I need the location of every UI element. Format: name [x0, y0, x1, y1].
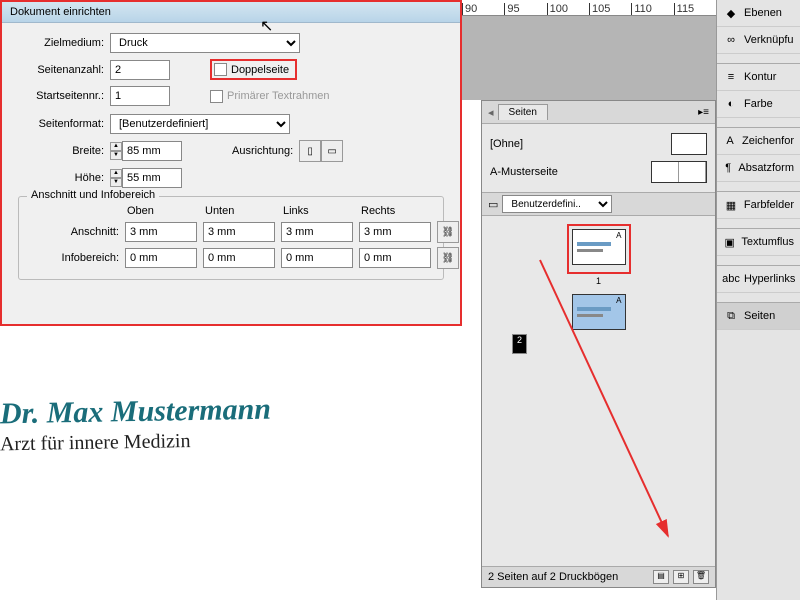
document-setup-dialog: Dokument einrichten ↖ Zielmedium: Druck … — [0, 0, 462, 326]
color-icon: ◐ — [723, 97, 739, 111]
panel-menu-icon[interactable]: ▸≡ — [698, 107, 709, 118]
page-size-select[interactable]: Benutzerdefini.. — [502, 195, 612, 213]
links-icon: ∞ — [723, 33, 739, 47]
page-size-bar: ▭ Benutzerdefini.. — [482, 193, 715, 216]
doc-subtitle: Arzt für innere Medizin — [0, 429, 271, 457]
pages-tab[interactable]: Seiten — [498, 104, 548, 120]
stroke-icon: ≡ — [723, 70, 739, 84]
master-pages-section: [Ohne] A-Musterseite — [482, 124, 715, 193]
farbe-panel-button[interactable]: ◐Farbe — [717, 91, 800, 118]
hoehe-input[interactable] — [122, 168, 182, 188]
anschnitt-unten[interactable] — [203, 222, 275, 242]
zielmedium-label: Zielmedium: — [18, 37, 110, 49]
hyperlinks-panel-button[interactable]: abcHyperlinks — [717, 266, 800, 293]
info-oben[interactable] — [125, 248, 197, 268]
breite-input[interactable] — [122, 141, 182, 161]
seitenformat-label: Seitenformat: — [18, 118, 110, 130]
seitenanzahl-input[interactable] — [110, 60, 170, 80]
verknuepfungen-panel-button[interactable]: ∞Verknüpfu — [717, 27, 800, 54]
master-none-label: [Ohne] — [490, 138, 523, 150]
orientation-portrait-button[interactable]: ▯ — [299, 140, 321, 162]
doc-name: Dr. Max Mustermann — [0, 393, 271, 432]
horizontal-ruler: 9095100105110115 — [462, 0, 716, 16]
pages-icon: ⧉ — [723, 309, 739, 323]
textwrap-icon: ▣ — [723, 235, 736, 249]
startseite-input[interactable] — [110, 86, 170, 106]
primaer-label: Primärer Textrahmen — [227, 90, 330, 102]
edit-page-icon[interactable]: ▤ — [653, 570, 669, 584]
delete-page-icon[interactable]: 🗑 — [693, 570, 709, 584]
doppelseite-checkbox[interactable] — [214, 63, 227, 76]
breite-spinner[interactable]: ▲▼ — [110, 142, 122, 160]
link-bleed-icon[interactable]: ⛓ — [437, 221, 459, 243]
col-oben: Oben — [125, 205, 197, 217]
ausrichtung-label: Ausrichtung: — [232, 145, 293, 157]
infobereich-row-label: Infobereich: — [29, 252, 119, 264]
page-1-highlight: A — [567, 224, 631, 274]
col-rechts: Rechts — [359, 205, 431, 217]
anschnitt-rechts[interactable] — [359, 222, 431, 242]
master-a-label: A-Musterseite — [490, 166, 558, 178]
pasteboard-area — [462, 16, 716, 100]
document-preview: Dr. Max Mustermann Arzt für innere Mediz… — [0, 395, 271, 454]
doppelseite-label: Doppelseite — [231, 64, 289, 76]
char-style-icon: A — [723, 134, 737, 148]
new-page-icon[interactable]: ⊞ — [673, 570, 689, 584]
primaer-checkbox — [210, 90, 223, 103]
ebenen-panel-button[interactable]: ◆Ebenen — [717, 0, 800, 27]
page-1-thumb[interactable]: A — [572, 229, 626, 265]
orientation-landscape-button[interactable]: ▭ — [321, 140, 343, 162]
pages-list: A 1 A 2 — [482, 216, 715, 566]
anschnitt-row-label: Anschnitt: — [29, 226, 119, 238]
pages-panel: ◂ Seiten ▸≡ [Ohne] A-Musterseite ▭ Benut… — [481, 100, 716, 588]
swatches-icon: ▦ — [723, 198, 739, 212]
master-a-thumb[interactable] — [651, 161, 707, 183]
seiten-panel-button[interactable]: ⧉Seiten — [717, 303, 800, 330]
annotation-arrow — [538, 258, 718, 558]
info-links[interactable] — [281, 248, 353, 268]
col-links: Links — [281, 205, 353, 217]
link-slug-icon[interactable]: ⛓ — [437, 247, 459, 269]
footer-status: 2 Seiten auf 2 Druckbögen — [488, 571, 618, 583]
pages-panel-header: ◂ Seiten ▸≡ — [482, 101, 715, 124]
hoehe-spinner[interactable]: ▲▼ — [110, 169, 122, 187]
page-1-number: 1 — [490, 276, 707, 286]
info-unten[interactable] — [203, 248, 275, 268]
size-icon: ▭ — [488, 198, 498, 211]
anschnitt-links[interactable] — [281, 222, 353, 242]
dialog-title: Dokument einrichten — [2, 2, 460, 23]
anschnitt-fieldset: Anschnitt und Infobereich Oben Unten Lin… — [18, 196, 444, 280]
master-a-row[interactable]: A-Musterseite — [490, 158, 707, 186]
page-2-number: 2 — [512, 334, 527, 354]
startseite-label: Startseitennr.: — [18, 90, 110, 102]
master-none-thumb[interactable] — [671, 133, 707, 155]
kontur-panel-button[interactable]: ≡Kontur — [717, 64, 800, 91]
col-unten: Unten — [203, 205, 275, 217]
seitenformat-select[interactable]: [Benutzerdefiniert] — [110, 114, 290, 134]
farbfelder-panel-button[interactable]: ▦Farbfelder — [717, 192, 800, 219]
hyperlink-icon: abc — [723, 272, 739, 286]
anschnitt-legend: Anschnitt und Infobereich — [27, 189, 159, 201]
master-none-row[interactable]: [Ohne] — [490, 130, 707, 158]
zeichenformate-panel-button[interactable]: AZeichenfor — [717, 128, 800, 155]
seitenanzahl-label: Seitenanzahl: — [18, 64, 110, 76]
textumfluss-panel-button[interactable]: ▣Textumflus — [717, 229, 800, 256]
layers-icon: ◆ — [723, 6, 739, 20]
pages-panel-footer: 2 Seiten auf 2 Druckbögen ▤ ⊞ 🗑 — [482, 566, 715, 587]
info-rechts[interactable] — [359, 248, 431, 268]
zielmedium-select[interactable]: Druck — [110, 33, 300, 53]
right-toolbar: ◆Ebenen ∞Verknüpfu ≡Kontur ◐Farbe AZeich… — [716, 0, 800, 600]
para-style-icon: ¶ — [723, 161, 733, 175]
doppelseite-highlight: Doppelseite — [210, 59, 297, 80]
breite-label: Breite: — [18, 145, 110, 157]
page-2-thumb[interactable]: A — [572, 294, 626, 330]
absatzformate-panel-button[interactable]: ¶Absatzform — [717, 155, 800, 182]
collapse-icon[interactable]: ◂ — [488, 106, 494, 119]
anschnitt-oben[interactable] — [125, 222, 197, 242]
hoehe-label: Höhe: — [18, 172, 110, 184]
